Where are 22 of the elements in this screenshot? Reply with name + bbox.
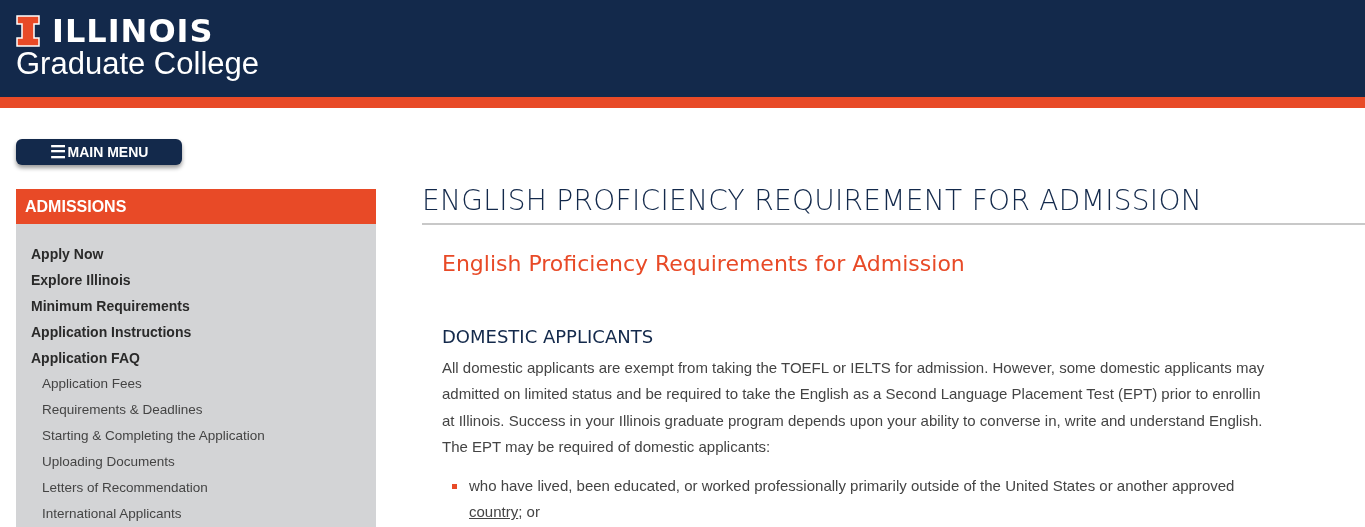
sidebar-subitem[interactable]: Requirements & Deadlines bbox=[31, 397, 203, 423]
main-menu-button[interactable]: ☰MAIN MENU bbox=[16, 139, 182, 165]
section-heading: DOMESTIC APPLICANTS bbox=[442, 326, 655, 347]
sidebar-subitem[interactable]: Letters of Recommendation bbox=[31, 475, 208, 501]
section-subtitle: English Proficiency Requirements for Admission bbox=[442, 251, 966, 276]
sidebar-item[interactable]: Minimum Requirements bbox=[31, 293, 190, 319]
block-i-logo bbox=[16, 15, 40, 48]
sidebar-item[interactable]: Application FAQ bbox=[31, 345, 140, 371]
sidebar-title[interactable]: ADMISSIONS bbox=[16, 189, 376, 224]
site-title[interactable]: Graduate College bbox=[16, 47, 1365, 82]
bullet-text: who have lived, been educated, or worked professionally primarily outside of the United States or another approved country; or bbox=[469, 476, 1235, 523]
sidebar-subitem[interactable]: Uploading Documents bbox=[31, 449, 175, 475]
sidebar-item[interactable]: Explore Illinois bbox=[31, 267, 131, 293]
bullet-marker bbox=[452, 484, 457, 490]
sidebar-item[interactable]: Application Instructions bbox=[31, 319, 192, 345]
paragraph: All domestic applicants are exempt from taking the TOEFL or IELTS for admission. However, some domestic applicants may admitted on limited status and be required to take the English as a Second Language Placement Test (EPT) prior to enrollin at Illinois. Success in your Illinois graduate program depends upon your ability to converse in, write and understand English. The EPT may be required of domestic applicants: bbox=[442, 358, 1266, 457]
sidebar-subitem[interactable]: Application Fees bbox=[31, 371, 142, 397]
sidebar-subitem[interactable]: International Applicants bbox=[31, 501, 182, 527]
logo-wordmark[interactable]: ILLINOIS bbox=[52, 15, 214, 48]
sidebar-item[interactable]: Apply Now bbox=[31, 241, 104, 267]
page-title: ENGLISH PROFICIENCY REQUIREMENT FOR ADMISSION bbox=[422, 184, 1365, 225]
sidebar-subitem[interactable]: Starting & Completing the Application bbox=[31, 423, 265, 449]
